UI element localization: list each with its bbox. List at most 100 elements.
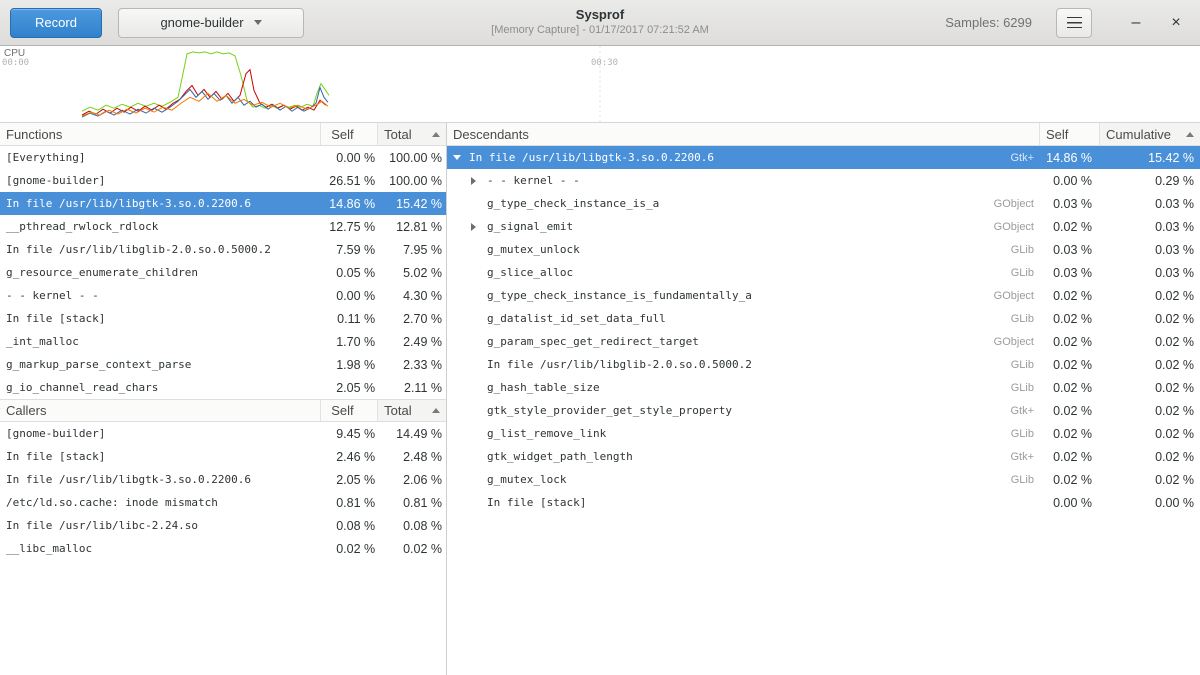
descendant-self-percent: 0.02 % xyxy=(1040,335,1100,349)
function-row[interactable]: [Everything] 0.00 % 100.00 % xyxy=(0,146,446,169)
descendant-name-cell: In file /usr/lib/libgtk-3.so.0.2200.6 Gt… xyxy=(447,151,1040,164)
category-tag: GLib xyxy=(1001,428,1034,440)
function-row[interactable]: g_markup_parse_context_parse 1.98 % 2.33… xyxy=(0,353,446,376)
caller-row[interactable]: In file [stack] 2.46 % 2.48 % xyxy=(0,445,446,468)
descendants-cumulative-column-header[interactable]: Cumulative xyxy=(1100,123,1200,145)
descendant-row[interactable]: g_slice_alloc GLib 0.03 % 0.03 % xyxy=(447,261,1200,284)
function-total-percent: 12.81 % xyxy=(378,220,446,234)
close-button[interactable]: × xyxy=(1162,9,1190,37)
category-tag: GObject xyxy=(984,336,1034,348)
category-tag: GObject xyxy=(984,198,1034,210)
descendant-row[interactable]: g_type_check_instance_is_a GObject 0.03 … xyxy=(447,192,1200,215)
window-title-block: Sysprof [Memory Capture] - 01/17/2017 07… xyxy=(491,7,709,36)
callers-self-column-header[interactable]: Self xyxy=(321,400,378,421)
descendant-self-percent: 0.02 % xyxy=(1040,289,1100,303)
header-right-cluster: Samples: 6299 – × xyxy=(945,8,1190,38)
descendant-row[interactable]: g_signal_emit GObject 0.02 % 0.03 % xyxy=(447,215,1200,238)
function-row[interactable]: In file [stack] 0.11 % 2.70 % xyxy=(0,307,446,330)
record-button[interactable]: Record xyxy=(10,8,102,38)
expander-icon[interactable] xyxy=(453,155,469,160)
cpu-timeline[interactable]: CPU 00:00 00:30 xyxy=(0,46,1200,123)
descendants-name-column-header[interactable]: Descendants xyxy=(447,123,1040,145)
descendant-name: - - kernel - - xyxy=(487,174,580,187)
function-total-percent: 5.02 % xyxy=(378,266,446,280)
minimize-button[interactable]: – xyxy=(1122,9,1150,37)
function-self-percent: 0.11 % xyxy=(321,312,378,326)
descendant-row[interactable]: g_mutex_unlock GLib 0.03 % 0.03 % xyxy=(447,238,1200,261)
descendant-self-percent: 0.02 % xyxy=(1040,381,1100,395)
minimize-icon: – xyxy=(1132,15,1141,31)
functions-total-column-header[interactable]: Total xyxy=(378,123,446,145)
descendant-row[interactable]: g_datalist_id_set_data_full GLib 0.02 % … xyxy=(447,307,1200,330)
function-row[interactable]: [gnome-builder] 26.51 % 100.00 % xyxy=(0,169,446,192)
function-self-percent: 14.86 % xyxy=(321,197,378,211)
descendant-cumulative-percent: 0.02 % xyxy=(1100,289,1200,303)
descendant-name-cell: g_type_check_instance_is_fundamentally_a… xyxy=(447,289,1040,302)
cpu-series-cpu0 xyxy=(82,52,329,111)
function-name: _int_malloc xyxy=(0,335,321,348)
descendant-name: In file [stack] xyxy=(487,496,586,509)
descendant-row[interactable]: g_param_spec_get_redirect_target GObject… xyxy=(447,330,1200,353)
function-row[interactable]: _int_malloc 1.70 % 2.49 % xyxy=(0,330,446,353)
caller-row[interactable]: __libc_malloc 0.02 % 0.02 % xyxy=(0,537,446,560)
function-total-percent: 15.42 % xyxy=(378,197,446,211)
descendant-cumulative-percent: 0.02 % xyxy=(1100,473,1200,487)
descendant-row[interactable]: gtk_widget_path_length Gtk+ 0.02 % 0.02 … xyxy=(447,445,1200,468)
category-tag: GLib xyxy=(1001,474,1034,486)
functions-name-column-header[interactable]: Functions xyxy=(0,123,321,145)
descendant-name-cell: gtk_widget_path_length Gtk+ xyxy=(447,450,1040,463)
descendant-self-percent: 14.86 % xyxy=(1040,151,1100,165)
function-self-percent: 7.59 % xyxy=(321,243,378,257)
caller-row[interactable]: /etc/ld.so.cache: inode mismatch 0.81 % … xyxy=(0,491,446,514)
descendant-cumulative-percent: 0.02 % xyxy=(1100,358,1200,372)
caller-self-percent: 0.08 % xyxy=(321,519,378,533)
menu-button[interactable] xyxy=(1056,8,1092,38)
caller-self-percent: 2.05 % xyxy=(321,473,378,487)
cpu-series-cpu3 xyxy=(82,93,328,116)
descendant-row[interactable]: g_mutex_lock GLib 0.02 % 0.02 % xyxy=(447,468,1200,491)
category-tag: GLib xyxy=(1001,359,1034,371)
function-row[interactable]: In file /usr/lib/libgtk-3.so.0.2200.6 14… xyxy=(0,192,446,215)
function-name: __pthread_rwlock_rdlock xyxy=(0,220,321,233)
descendant-self-percent: 0.02 % xyxy=(1040,312,1100,326)
function-row[interactable]: g_io_channel_read_chars 2.05 % 2.11 % xyxy=(0,376,446,399)
functions-self-column-header[interactable]: Self xyxy=(321,123,378,145)
function-name: [Everything] xyxy=(0,151,321,164)
descendant-row[interactable]: In file /usr/lib/libglib-2.0.so.0.5000.2… xyxy=(447,353,1200,376)
function-row[interactable]: __pthread_rwlock_rdlock 12.75 % 12.81 % xyxy=(0,215,446,238)
function-total-percent: 7.95 % xyxy=(378,243,446,257)
descendant-row[interactable]: g_list_remove_link GLib 0.02 % 0.02 % xyxy=(447,422,1200,445)
function-row[interactable]: In file /usr/lib/libglib-2.0.so.0.5000.2… xyxy=(0,238,446,261)
callers-name-column-header[interactable]: Callers xyxy=(0,400,321,421)
category-tag: GLib xyxy=(1001,244,1034,256)
caller-row[interactable]: [gnome-builder] 9.45 % 14.49 % xyxy=(0,422,446,445)
descendant-name: gtk_style_provider_get_style_property xyxy=(487,404,732,417)
process-selector-dropdown[interactable]: gnome-builder xyxy=(118,8,304,38)
descendant-cumulative-percent: 0.02 % xyxy=(1100,450,1200,464)
descendant-row[interactable]: g_type_check_instance_is_fundamentally_a… xyxy=(447,284,1200,307)
descendant-name: g_type_check_instance_is_a xyxy=(487,197,659,210)
descendants-self-column-header[interactable]: Self xyxy=(1040,123,1100,145)
function-row[interactable]: g_resource_enumerate_children 0.05 % 5.0… xyxy=(0,261,446,284)
descendant-row[interactable]: In file /usr/lib/libgtk-3.so.0.2200.6 Gt… xyxy=(447,146,1200,169)
descendants-table-header: Descendants Self Cumulative xyxy=(447,123,1200,146)
descendants-cumulative-column-label: Cumulative xyxy=(1106,127,1171,142)
caller-row[interactable]: In file /usr/lib/libgtk-3.so.0.2200.6 2.… xyxy=(0,468,446,491)
descendant-row[interactable]: gtk_style_provider_get_style_property Gt… xyxy=(447,399,1200,422)
descendant-cumulative-percent: 0.03 % xyxy=(1100,243,1200,257)
descendant-cumulative-percent: 0.03 % xyxy=(1100,220,1200,234)
hamburger-icon xyxy=(1067,17,1082,28)
expander-icon[interactable] xyxy=(471,177,487,185)
descendant-name: g_param_spec_get_redirect_target xyxy=(487,335,699,348)
callers-total-column-header[interactable]: Total xyxy=(378,400,446,421)
expander-icon[interactable] xyxy=(471,223,487,231)
descendant-row[interactable]: g_hash_table_size GLib 0.02 % 0.02 % xyxy=(447,376,1200,399)
caller-self-percent: 2.46 % xyxy=(321,450,378,464)
caller-row[interactable]: In file /usr/lib/libc-2.24.so 0.08 % 0.0… xyxy=(0,514,446,537)
descendant-row[interactable]: - - kernel - - 0.00 % 0.29 % xyxy=(447,169,1200,192)
function-self-percent: 26.51 % xyxy=(321,174,378,188)
function-row[interactable]: - - kernel - - 0.00 % 4.30 % xyxy=(0,284,446,307)
category-tag: Gtk+ xyxy=(1000,451,1034,463)
function-total-percent: 4.30 % xyxy=(378,289,446,303)
descendant-row[interactable]: In file [stack] 0.00 % 0.00 % xyxy=(447,491,1200,514)
